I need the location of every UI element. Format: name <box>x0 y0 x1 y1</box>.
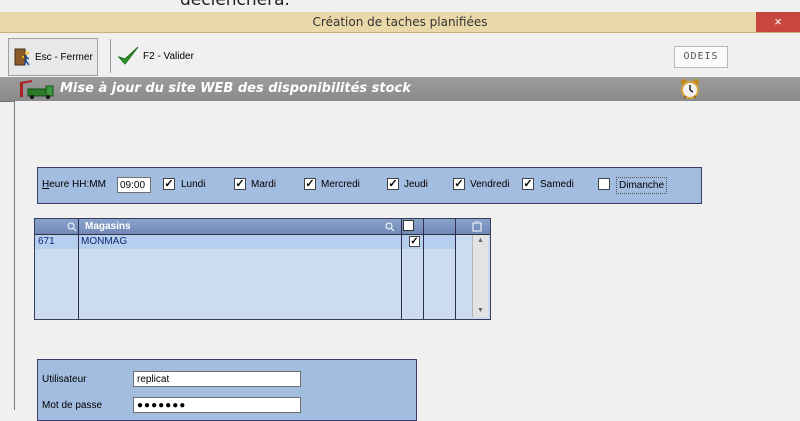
stores-grid: Magasins 671 MONMAG ✓ ▲ ▼ <box>34 218 491 320</box>
store-name: MONMAG <box>81 236 128 247</box>
password-input[interactable]: ●●●●●●● <box>133 397 301 413</box>
clipped-background-text: déclenchera. <box>180 0 290 10</box>
name-search-icon[interactable] <box>385 222 395 232</box>
label-vendredi: Vendredi <box>470 179 510 190</box>
grid-column-divider <box>401 219 402 319</box>
grid-column-divider <box>423 219 424 319</box>
window-title: Création de taches planifiées <box>312 15 488 29</box>
door-exit-icon <box>14 48 30 66</box>
time-label: Heure HH:MM <box>42 179 106 190</box>
checkmark-icon <box>117 46 139 65</box>
grid-column-divider <box>78 219 79 319</box>
validate-button[interactable]: F2 - Valider <box>117 38 194 74</box>
content-area: Heure HH:MM 09:00 ✓ Lundi ✓ Mardi ✓ Merc… <box>14 101 800 421</box>
checkbox-lundi[interactable]: ✓ <box>163 178 175 190</box>
label-jeudi: Jeudi <box>404 179 428 190</box>
label-dimanche: Dimanche <box>616 177 668 194</box>
column-header-magasins[interactable]: Magasins <box>85 221 131 232</box>
grid-scrollbar[interactable]: ▲ ▼ <box>472 235 488 317</box>
scroll-down-icon[interactable]: ▼ <box>473 305 488 317</box>
label-lundi: Lundi <box>181 179 206 190</box>
user-input[interactable]: replicat <box>133 371 301 387</box>
column-search-icon[interactable] <box>67 222 77 232</box>
user-label: Utilisateur <box>42 374 87 385</box>
password-label: Mot de passe <box>42 400 103 411</box>
schedule-panel: Heure HH:MM 09:00 ✓ Lundi ✓ Mardi ✓ Merc… <box>37 167 702 204</box>
toolbar: Esc - Fermer F2 - Valider ODEIS <box>0 33 800 78</box>
grid-header: Magasins <box>35 219 490 235</box>
store-code: 671 <box>38 236 55 247</box>
table-row[interactable]: 671 MONMAG ✓ <box>35 235 456 249</box>
checkbox-samedi[interactable]: ✓ <box>522 178 534 190</box>
store-row-checkbox[interactable]: ✓ <box>409 236 420 247</box>
label-samedi: Samedi <box>540 179 574 190</box>
dialog-window: Création de taches planifiées × Esc - Fe… <box>0 12 800 421</box>
checkbox-jeudi[interactable]: ✓ <box>387 178 399 190</box>
toolbar-separator <box>110 39 111 73</box>
odeis-logo: ODEIS <box>674 46 728 68</box>
close-button[interactable]: × <box>756 12 800 32</box>
validate-label: F2 - Valider <box>143 50 194 62</box>
select-all-checkbox[interactable] <box>403 220 414 231</box>
title-bar[interactable]: Création de taches planifiées × <box>0 12 800 33</box>
close-form-button[interactable]: Esc - Fermer <box>8 38 98 76</box>
login-panel: Utilisateur replicat Mot de passe ●●●●●●… <box>37 359 417 421</box>
column-options-icon[interactable] <box>472 221 482 232</box>
checkbox-vendredi[interactable]: ✓ <box>453 178 465 190</box>
grid-column-divider <box>455 219 456 319</box>
label-mardi: Mardi <box>251 179 277 190</box>
close-form-label: Esc - Fermer <box>35 51 93 63</box>
task-title: Mise à jour du site WEB des disponibilit… <box>60 81 411 96</box>
scroll-up-icon[interactable]: ▲ <box>473 235 488 247</box>
time-input[interactable]: 09:00 <box>117 177 151 193</box>
label-mercredi: Mercredi <box>321 179 360 190</box>
crane-truck-icon <box>20 80 54 99</box>
checkbox-mardi[interactable]: ✓ <box>234 178 246 190</box>
checkbox-dimanche[interactable] <box>598 178 610 190</box>
checkbox-mercredi[interactable]: ✓ <box>304 178 316 190</box>
schedule-row: Heure HH:MM 09:00 ✓ Lundi ✓ Mardi ✓ Merc… <box>38 177 701 195</box>
alarm-clock-icon <box>681 79 699 99</box>
